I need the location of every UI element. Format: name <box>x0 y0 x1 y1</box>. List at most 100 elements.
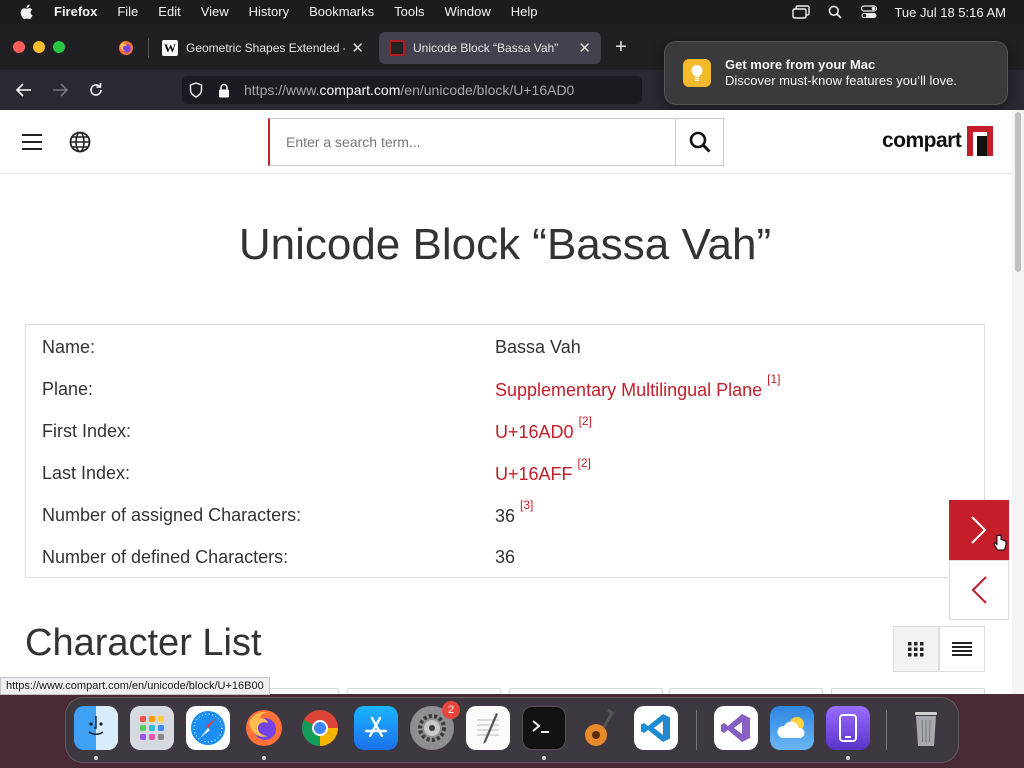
search-input[interactable]: Enter a search term... <box>270 119 675 165</box>
apple-menu-icon[interactable] <box>0 4 52 20</box>
firefox-dock-icon[interactable] <box>242 706 286 750</box>
firefox-icon <box>119 41 133 55</box>
grid-view-button[interactable] <box>893 626 939 672</box>
safari-icon[interactable] <box>186 706 230 750</box>
weather-icon[interactable] <box>770 706 814 750</box>
control-center-icon[interactable] <box>852 5 886 19</box>
window-minimize-button[interactable] <box>33 41 45 53</box>
info-key: Last Index: <box>42 462 131 483</box>
info-value: 36 <box>495 505 516 526</box>
menu-edit[interactable]: Edit <box>148 0 190 24</box>
view-toggle <box>893 626 985 672</box>
list-view-button[interactable] <box>939 626 985 672</box>
previous-block-button[interactable] <box>949 560 1009 620</box>
footnote-ref-link[interactable]: [1] <box>767 372 780 386</box>
menu-window[interactable]: Window <box>435 0 501 24</box>
system-notification[interactable]: Get more from your Mac Discover must-kno… <box>664 41 1008 105</box>
spotlight-search-icon[interactable] <box>818 5 852 19</box>
hamburger-menu-icon[interactable] <box>22 134 42 150</box>
info-row-plane: Plane: Supplementary Multilingual Plane [… <box>26 368 984 410</box>
launchpad-icon[interactable] <box>130 706 174 750</box>
block-info-table: Name: Bassa Vah Plane: Supplementary Mul… <box>25 324 985 578</box>
info-value: 36 <box>495 546 516 567</box>
running-indicator <box>846 756 850 760</box>
lock-icon[interactable] <box>210 83 238 98</box>
info-row-defined-characters: Number of defined Characters: 36 <box>26 536 984 578</box>
globe-language-icon[interactable] <box>69 131 91 158</box>
menu-clock[interactable]: Tue Jul 18 5:16 AM <box>894 5 1006 20</box>
footnote-ref-link[interactable]: [2] <box>578 456 591 470</box>
page-title: Unicode Block “Bassa Vah” <box>238 220 772 269</box>
info-key: Number of defined Characters: <box>42 546 289 567</box>
info-row-name: Name: Bassa Vah <box>26 326 984 368</box>
scrollbar-thumb[interactable] <box>1015 112 1021 272</box>
system-settings-icon[interactable]: 2 <box>410 701 460 750</box>
wikipedia-favicon-icon: W <box>162 40 178 56</box>
tab-bassa-vah[interactable]: Unicode Block “Bassa Vah” ✕ <box>379 32 601 64</box>
menu-help[interactable]: Help <box>501 0 548 24</box>
notification-body: Discover must-know features you’ll love. <box>725 73 957 88</box>
first-index-link[interactable]: U+16AD0 <box>495 422 574 442</box>
finder-icon[interactable] <box>74 706 118 750</box>
chevron-left-icon <box>971 576 987 604</box>
menu-history[interactable]: History <box>239 0 299 24</box>
garageband-icon[interactable] <box>578 706 622 750</box>
tab-close-icon[interactable]: ✕ <box>578 39 591 57</box>
link-status-url: https://www.compart.com/en/unicode/block… <box>0 677 270 695</box>
tracking-shield-icon[interactable] <box>182 82 210 98</box>
notification-title: Get more from your Mac <box>725 57 876 72</box>
forward-arrow-icon[interactable] <box>50 80 70 100</box>
footnote-ref-link[interactable]: [3] <box>520 498 533 512</box>
chevron-right-icon <box>971 516 987 544</box>
url-text[interactable]: https://www.compart.com/en/unicode/block… <box>244 82 574 98</box>
info-key: Number of assigned Characters: <box>42 504 302 525</box>
window-zoom-button[interactable] <box>53 41 65 53</box>
vscode-icon[interactable] <box>634 706 678 750</box>
menu-bookmarks[interactable]: Bookmarks <box>299 0 384 24</box>
menu-view[interactable]: View <box>191 0 239 24</box>
window-close-button[interactable] <box>13 41 25 53</box>
menu-bar: Firefox File Edit View History Bookmarks… <box>0 0 1024 24</box>
character-card[interactable] <box>509 688 663 694</box>
tab-close-icon[interactable]: ✕ <box>351 39 364 57</box>
menu-file[interactable]: File <box>107 0 148 24</box>
reload-icon[interactable] <box>86 80 106 100</box>
character-list-heading: Character List <box>25 622 262 664</box>
menu-app-name[interactable]: Firefox <box>52 0 107 24</box>
running-indicator <box>262 756 266 760</box>
info-value: Bassa Vah <box>495 336 581 357</box>
chrome-icon[interactable] <box>298 706 342 750</box>
pinned-tab-firefox[interactable] <box>110 34 142 62</box>
site-header: Enter a search term... compart <box>0 110 1012 174</box>
dock-separator <box>886 710 887 750</box>
character-card[interactable] <box>669 688 823 694</box>
character-card[interactable] <box>831 688 985 694</box>
running-indicator <box>542 756 546 760</box>
grid-icon <box>908 642 924 657</box>
screen-mirroring-icon[interactable] <box>784 5 818 19</box>
info-key: First Index: <box>42 420 132 441</box>
back-arrow-icon[interactable] <box>14 80 34 100</box>
new-tab-plus-icon[interactable]: + <box>610 36 632 59</box>
compart-logo[interactable]: compart <box>882 126 994 156</box>
tab-geometric-shapes[interactable]: W Geometric Shapes Extended - W ✕ <box>152 32 374 64</box>
simulator-icon[interactable] <box>826 706 870 750</box>
app-store-icon[interactable] <box>354 706 398 750</box>
character-card[interactable] <box>347 688 501 694</box>
info-key: Plane: <box>42 378 94 399</box>
info-row-assigned-characters: Number of assigned Characters: 36 [3] <box>26 494 984 536</box>
last-index-link[interactable]: U+16AFF <box>495 464 573 484</box>
url-bar[interactable]: https://www.compart.com/en/unicode/block… <box>182 76 642 104</box>
textedit-icon[interactable] <box>466 706 510 750</box>
url-host: compart.com <box>319 82 401 98</box>
visual-studio-icon[interactable] <box>714 706 758 750</box>
dock: 2 <box>65 697 959 763</box>
plane-link[interactable]: Supplementary Multilingual Plane <box>495 380 762 400</box>
footnote-ref-link[interactable]: [2] <box>579 414 592 428</box>
terminal-icon[interactable] <box>522 706 566 750</box>
trash-icon[interactable] <box>904 706 948 750</box>
page-scrollbar[interactable] <box>1012 110 1024 694</box>
menu-tools[interactable]: Tools <box>384 0 434 24</box>
web-page: Enter a search term... compart Unicode B… <box>0 110 1024 694</box>
search-button[interactable] <box>675 119 723 165</box>
